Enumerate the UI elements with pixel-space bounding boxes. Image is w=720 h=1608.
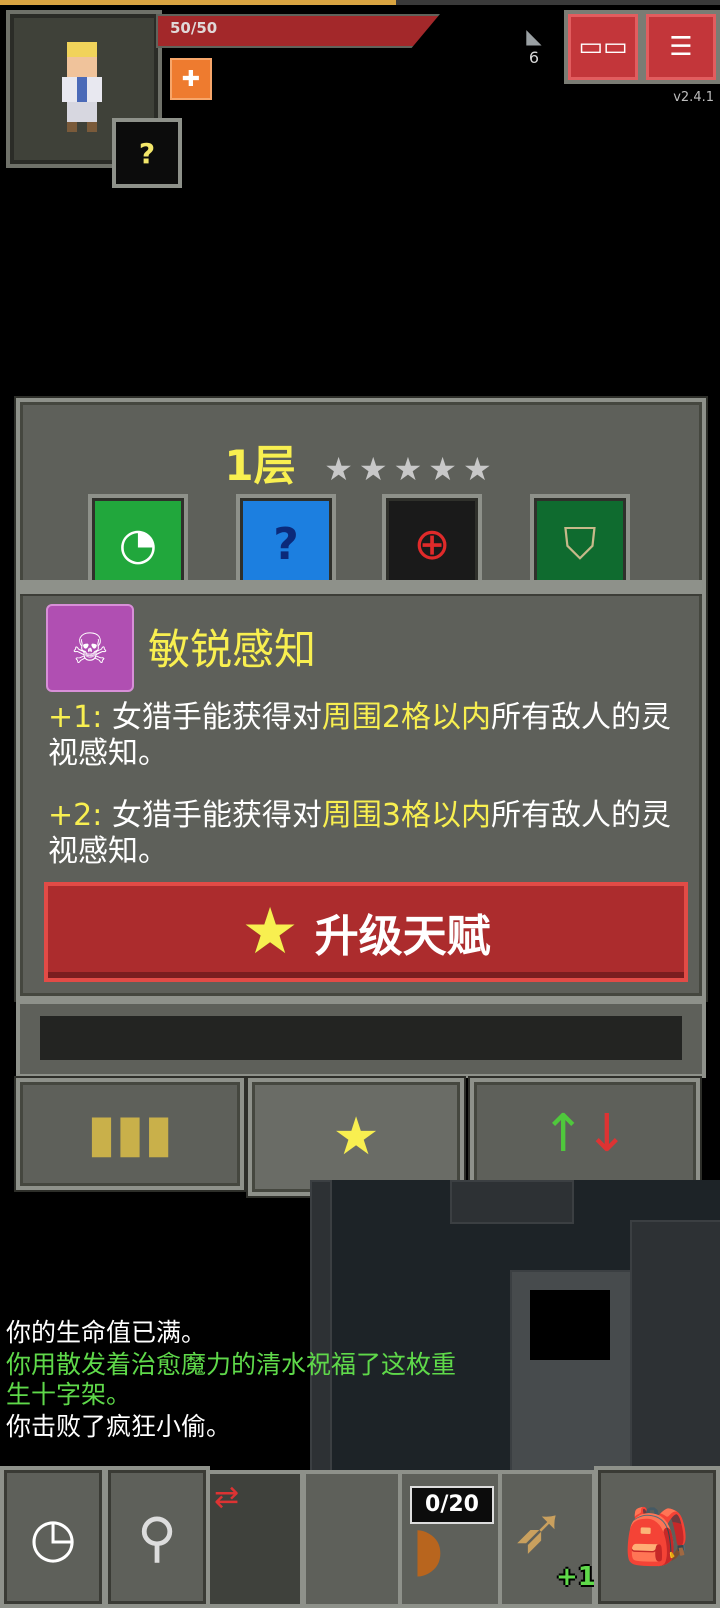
shield-icon: ⛉ bbox=[563, 518, 597, 570]
menu-icon: ☰ bbox=[669, 32, 693, 62]
rank1-text-a: 女猎手能获得对 bbox=[111, 700, 322, 735]
rank2-text-a: 女猎手能获得对 bbox=[111, 798, 322, 833]
buffs-tab[interactable]: ↑↓ bbox=[470, 1078, 700, 1190]
bow-upgrade-level: +1 bbox=[556, 1562, 596, 1592]
cross-buff-icon[interactable]: ✚ bbox=[170, 58, 212, 100]
crosshair-icon: ⊕ bbox=[413, 518, 451, 570]
rank1-prefix: +1: bbox=[48, 700, 103, 735]
journal-icon: ▭▭ bbox=[578, 32, 628, 62]
quiver-count: 0/20 bbox=[410, 1486, 494, 1524]
tier-label: 1层 bbox=[224, 441, 296, 490]
experience-bar-fill bbox=[0, 0, 396, 5]
talent-tab-4[interactable]: ⛉ bbox=[530, 494, 630, 594]
upgrade-label: 升级天赋 bbox=[314, 911, 491, 962]
version-label: v2.4.1 bbox=[673, 90, 714, 105]
backpack-icon: 🎒 bbox=[623, 1505, 691, 1568]
panel-divider bbox=[20, 580, 702, 594]
talent-desc-rank1: +1: 女猎手能获得对周围2格以内所有敌人的灵视感知。 bbox=[48, 700, 688, 772]
experience-bar bbox=[0, 0, 720, 5]
swap-icon: ⇄ bbox=[214, 1480, 240, 1515]
talents-tab[interactable]: ★ bbox=[248, 1078, 464, 1196]
talent-tab-2[interactable]: ? bbox=[236, 494, 336, 594]
talent-subpanel bbox=[16, 1000, 706, 1078]
search-button[interactable]: ⚲ bbox=[104, 1466, 210, 1608]
talent-panel: 1层 ★★★★★ ◔ ? ⊕ ⛉ ☠ 敏锐感知 +1: 女猎手能获得对周围2格以… bbox=[16, 398, 706, 1000]
stats-tab-icon: ▮▮▮ bbox=[87, 1104, 173, 1164]
hero-sprite bbox=[62, 42, 102, 132]
star-icon: ★ bbox=[241, 895, 299, 969]
stats-tab[interactable]: ▮▮▮ bbox=[16, 1078, 244, 1190]
talent-desc-rank2: +2: 女猎手能获得对周围3格以内所有敌人的灵视感知。 bbox=[48, 798, 688, 870]
talent-eye-icon: ☠ bbox=[46, 604, 134, 692]
rank1-highlight: 周围2格以内 bbox=[321, 700, 491, 735]
dungeon-wall bbox=[450, 1180, 574, 1224]
menu-button[interactable]: ☰ bbox=[642, 10, 720, 84]
swap-slot[interactable]: ⇄ bbox=[206, 1470, 304, 1608]
magnifier-icon: ⚲ bbox=[137, 1505, 177, 1569]
stairs-icon: ◣ bbox=[526, 24, 542, 48]
talents-tab-icon: ★ bbox=[332, 1107, 380, 1167]
buffs-tab-icon: ↑↓ bbox=[541, 1104, 629, 1164]
shield-apple-icon: ◔ bbox=[118, 518, 158, 570]
log-line: 你的生命值已满。 bbox=[6, 1318, 207, 1347]
talent-name: 敏锐感知 bbox=[148, 625, 317, 674]
journal-button[interactable]: ▭▭ bbox=[564, 10, 642, 84]
upgrade-talent-button[interactable]: ★ 升级天赋 bbox=[44, 882, 688, 982]
quickslot-empty[interactable] bbox=[302, 1470, 406, 1608]
log-line: 你用散发着治愈魔力的清水祝福了这枚重 bbox=[6, 1350, 457, 1379]
talent-tab-1[interactable]: ◔ bbox=[88, 494, 188, 594]
clock-icon: ◷ bbox=[29, 1505, 77, 1569]
bow-icon: ➶ bbox=[512, 1494, 566, 1568]
tier-stars: ★★★★★ bbox=[324, 450, 498, 488]
quiver-icon: ◗ bbox=[412, 1514, 444, 1584]
health-text: 50/50 bbox=[170, 19, 218, 37]
hero-level-badge: ? bbox=[112, 118, 182, 188]
question-icon: ? bbox=[273, 518, 299, 570]
health-bar: 50/50 bbox=[156, 14, 440, 48]
depth-number: 6 bbox=[528, 48, 540, 67]
tier-header: 1层 ★★★★★ bbox=[20, 432, 702, 493]
depth-indicator[interactable]: ◣ 6 bbox=[516, 24, 552, 67]
log-line: 生十字架。 bbox=[6, 1380, 132, 1409]
dungeon-doorway bbox=[530, 1290, 610, 1360]
talent-tab-3[interactable]: ⊕ bbox=[382, 494, 482, 594]
subpanel-slot bbox=[40, 1016, 682, 1060]
wait-button[interactable]: ◷ bbox=[0, 1466, 106, 1608]
rank2-highlight: 周围3格以内 bbox=[321, 798, 491, 833]
rank2-prefix: +2: bbox=[48, 798, 103, 833]
log-line: 你击败了疯狂小偷。 bbox=[6, 1412, 232, 1441]
backpack-button[interactable]: 🎒 bbox=[594, 1466, 720, 1608]
